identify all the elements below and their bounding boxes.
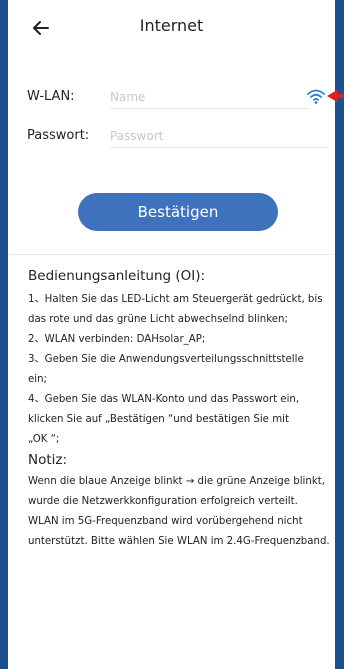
password-row: Passwort: <box>8 122 335 152</box>
page-title: Internet <box>139 16 204 35</box>
instruction-line: 4、Geben Sie das WLAN-Konto und das Passw… <box>28 394 300 405</box>
header: Internet <box>8 0 335 56</box>
password-input[interactable] <box>110 125 328 148</box>
note-line: Wenn die blaue Anzeige blinkt → die grün… <box>28 476 325 487</box>
instruction-line: 2、WLAN verbinden: DAHsolar_AP; <box>28 334 206 345</box>
wlan-name-input[interactable] <box>110 86 310 109</box>
app-screen: Internet W-LAN: Passwort: Bestätigen Bed… <box>8 0 344 669</box>
instruction-line: ein; <box>28 374 47 385</box>
instruction-line: das rote und das grüne Licht abwechselnd… <box>28 314 288 325</box>
confirm-button[interactable]: Bestätigen <box>78 193 278 231</box>
instruction-line: klicken Sie auf „Bestätigen “und bestäti… <box>28 414 289 425</box>
instructions-section: Bedienungsanleitung (OI): 1、Halten Sie d… <box>28 268 333 552</box>
note-line: unterstützt. Bitte wählen Sie WLAN im 2.… <box>28 536 330 547</box>
red-arrow-marker-icon <box>327 90 344 102</box>
note-line: WLAN im 5G-Frequenzband wird vorübergehe… <box>28 516 303 527</box>
wifi-icon[interactable] <box>306 87 326 105</box>
instruction-line: 1、Halten Sie das LED-Licht am Steuergerä… <box>28 294 323 305</box>
instruction-line: „OK “; <box>28 434 60 445</box>
instructions-heading: Bedienungsanleitung (OI): <box>28 268 206 284</box>
password-label: Passwort: <box>27 128 90 143</box>
note-line: wurde die Netzwerkkonfiguration erfolgre… <box>28 496 298 507</box>
wlan-label: W-LAN: <box>27 89 75 104</box>
instruction-line: 3、Geben Sie die Anwendungsverteilungssch… <box>28 354 304 365</box>
wlan-row: W-LAN: <box>8 83 344 113</box>
section-divider <box>8 254 335 255</box>
note-heading: Notiz: <box>28 452 68 468</box>
